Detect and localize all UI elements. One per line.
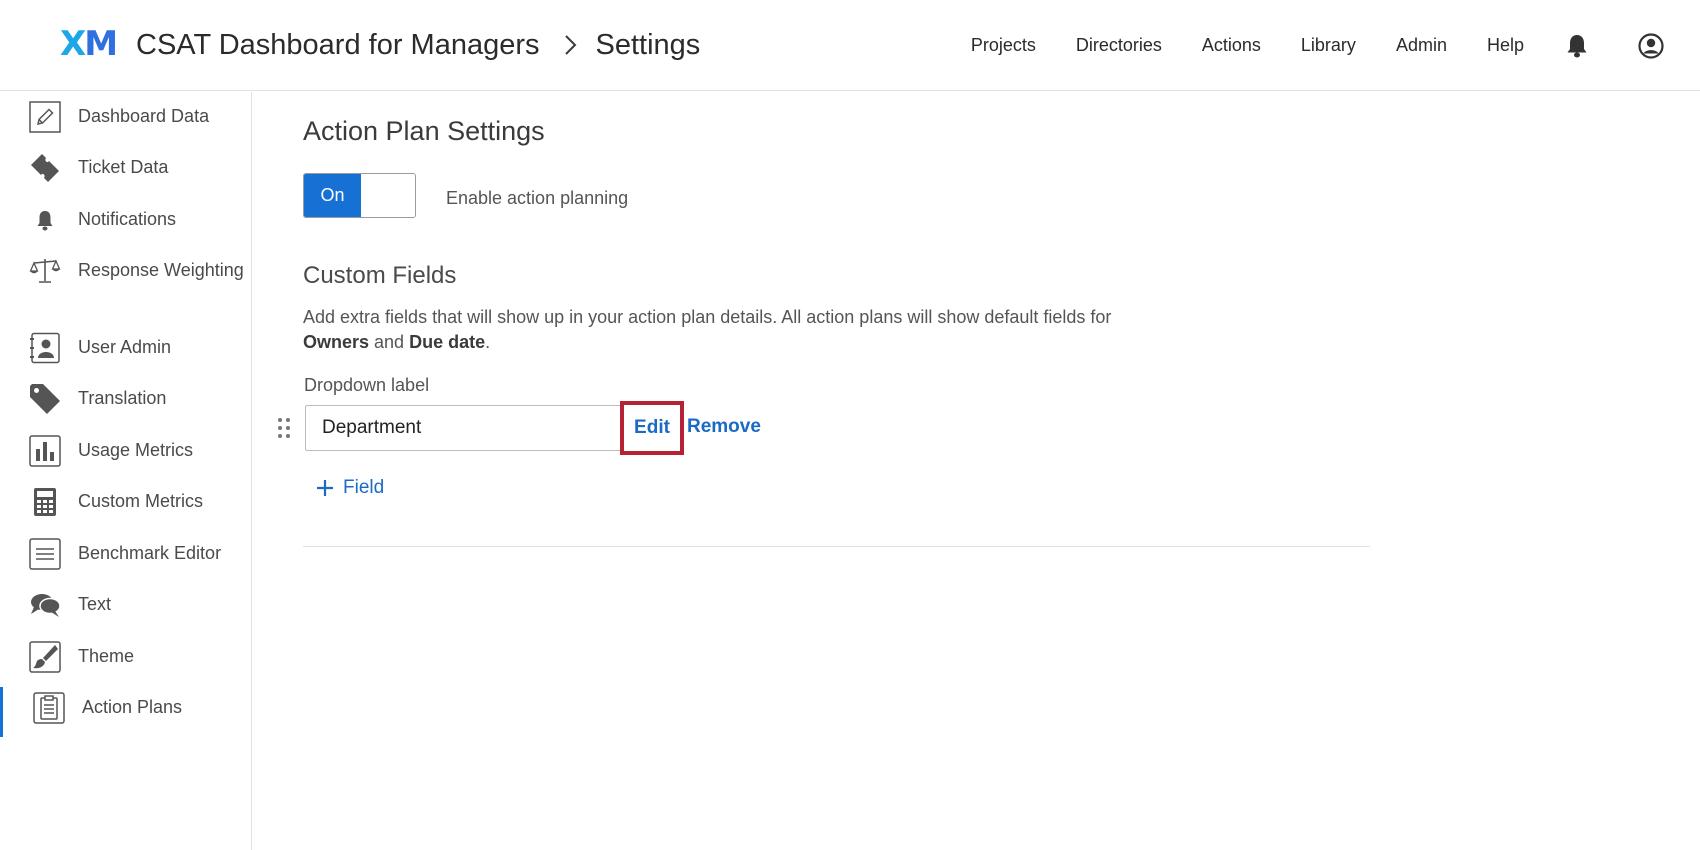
dropdown-label-heading: Dropdown label bbox=[304, 375, 430, 395]
nav-library[interactable]: Library bbox=[1301, 35, 1356, 56]
sidebar-item-benchmark-editor[interactable]: Benchmark Editor bbox=[0, 538, 251, 571]
action-planning-toggle[interactable]: On bbox=[303, 173, 416, 218]
sidebar-item-label: Usage Metrics bbox=[78, 440, 194, 460]
bar-chart-icon bbox=[28, 434, 62, 468]
custom-fields-title: Custom Fields bbox=[303, 262, 457, 289]
account-icon[interactable] bbox=[1638, 32, 1664, 59]
xm-logo[interactable]: XM bbox=[60, 26, 118, 62]
top-nav: Projects Directories Actions Library Adm… bbox=[971, 0, 1700, 91]
drag-handle-icon[interactable] bbox=[276, 416, 292, 440]
sidebar-item-response-weighting[interactable]: Response Weighting bbox=[0, 258, 251, 310]
top-header: XM CSAT Dashboard for Managers Settings … bbox=[0, 0, 1700, 91]
sidebar-item-user-admin[interactable]: User Admin bbox=[0, 332, 251, 365]
edit-highlight: Edit bbox=[620, 401, 684, 455]
clipboard-icon bbox=[32, 691, 66, 725]
section-divider bbox=[303, 546, 1370, 547]
list-icon bbox=[28, 537, 62, 571]
sidebar-item-theme[interactable]: Theme bbox=[0, 641, 251, 674]
nav-projects[interactable]: Projects bbox=[971, 35, 1036, 56]
nav-help[interactable]: Help bbox=[1487, 35, 1524, 56]
custom-fields-description: Add extra fields that will show up in yo… bbox=[303, 307, 1112, 352]
bell-icon bbox=[28, 203, 62, 237]
nav-admin[interactable]: Admin bbox=[1396, 35, 1447, 56]
plus-icon bbox=[317, 480, 333, 496]
add-field-label: Field bbox=[343, 477, 385, 498]
chevron-right-icon bbox=[564, 35, 576, 55]
sidebar-item-dashboard-data[interactable]: Dashboard Data bbox=[0, 101, 251, 134]
sidebar-item-label: Theme bbox=[78, 646, 135, 666]
sidebar-item-text[interactable]: Text bbox=[0, 592, 251, 622]
breadcrumb: CSAT Dashboard for Managers Settings bbox=[136, 26, 700, 64]
sidebar-item-label: Notifications bbox=[78, 209, 177, 229]
sidebar-item-label: Ticket Data bbox=[78, 157, 169, 177]
toggle-description: Enable action planning bbox=[446, 188, 629, 208]
breadcrumb-page-title: Settings bbox=[595, 28, 701, 61]
add-field-button[interactable]: Field bbox=[316, 477, 384, 499]
scale-icon bbox=[28, 254, 62, 288]
notifications-bell-icon[interactable] bbox=[1564, 33, 1590, 59]
nav-directories[interactable]: Directories bbox=[1076, 35, 1162, 56]
sidebar-item-translation[interactable]: Translation bbox=[0, 384, 251, 416]
chat-bubbles-icon bbox=[28, 588, 62, 622]
page-title: Action Plan Settings bbox=[303, 116, 545, 146]
sidebar-item-ticket-data[interactable]: Ticket Data bbox=[0, 154, 251, 185]
toggle-off-segment bbox=[361, 174, 415, 217]
breadcrumb-project-title[interactable]: CSAT Dashboard for Managers bbox=[136, 29, 540, 62]
edit-link[interactable]: Edit bbox=[634, 417, 670, 439]
sidebar-item-label: Text bbox=[78, 594, 112, 614]
remove-link[interactable]: Remove bbox=[687, 416, 761, 438]
sidebar-item-label: Response Weighting bbox=[78, 260, 244, 280]
sidebar-item-custom-metrics[interactable]: Custom Metrics bbox=[0, 488, 251, 519]
settings-sidebar: Dashboard Data Ticket Data Notifications… bbox=[0, 92, 252, 850]
sidebar-item-label: Translation bbox=[78, 388, 167, 408]
user-card-icon bbox=[28, 331, 62, 365]
ticket-icon bbox=[28, 151, 62, 185]
pencil-icon bbox=[28, 100, 62, 134]
sidebar-item-label: Benchmark Editor bbox=[78, 543, 222, 563]
paintbrush-icon bbox=[28, 640, 62, 674]
sidebar-item-label: Custom Metrics bbox=[78, 491, 204, 511]
nav-actions[interactable]: Actions bbox=[1202, 35, 1261, 56]
sidebar-item-label: Action Plans bbox=[82, 697, 183, 717]
calculator-icon bbox=[28, 485, 62, 519]
sidebar-item-action-plans[interactable]: Action Plans bbox=[0, 687, 251, 737]
toggle-on-label: On bbox=[304, 174, 361, 217]
dropdown-label-input[interactable] bbox=[305, 405, 621, 451]
sidebar-item-label: User Admin bbox=[78, 337, 172, 357]
tag-icon bbox=[28, 382, 62, 416]
sidebar-item-label: Dashboard Data bbox=[78, 106, 210, 126]
sidebar-item-usage-metrics[interactable]: Usage Metrics bbox=[0, 435, 251, 468]
sidebar-item-notifications[interactable]: Notifications bbox=[0, 207, 251, 237]
